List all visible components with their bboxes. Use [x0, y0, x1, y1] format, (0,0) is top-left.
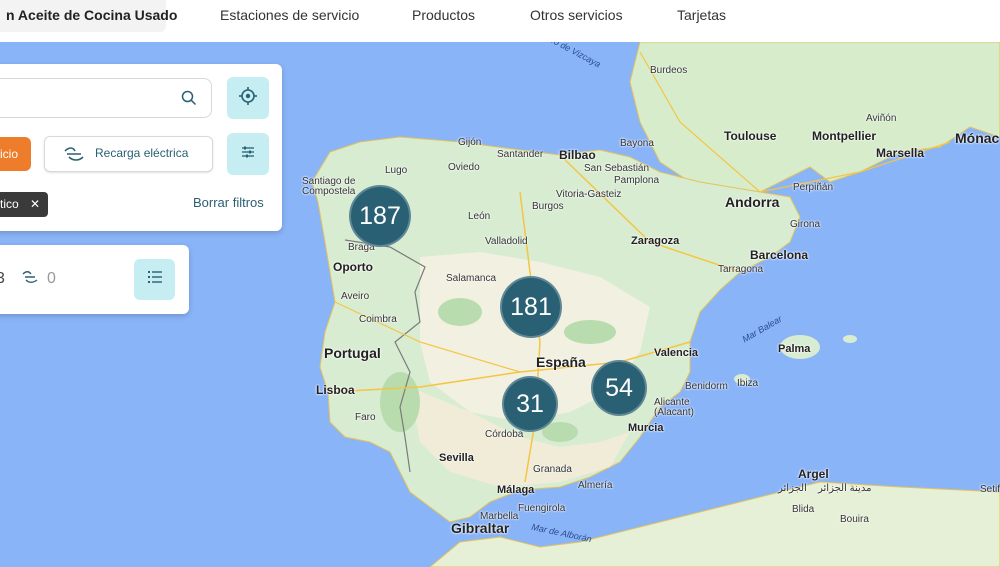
city-label: Lisboa [316, 383, 355, 397]
city-label: Faro [355, 412, 376, 423]
list-view-button[interactable] [134, 259, 175, 300]
city-label: Aveiro [341, 291, 370, 302]
city-label: Zaragoza [631, 235, 680, 247]
city-label: Sevilla [439, 452, 474, 464]
city-label: Mónac [955, 130, 1000, 146]
city-label: Portugal [324, 345, 381, 361]
city-label: España [536, 354, 586, 370]
city-label: Aviñón [866, 113, 897, 124]
clear-filters-link[interactable]: Borrar filtros [193, 195, 264, 210]
city-label: Setif [980, 484, 1000, 495]
active-filter-chip[interactable]: tico ✕ [0, 192, 48, 217]
close-icon[interactable]: ✕ [30, 192, 40, 217]
city-label: Vitoria-Gasteiz [556, 189, 622, 200]
crosshair-icon [238, 86, 258, 111]
city-label: Alicante (Alacant) [654, 397, 695, 418]
city-label: الجزائر [778, 483, 807, 494]
city-label: Marsella [876, 146, 925, 160]
city-label: Córdoba [485, 429, 524, 440]
city-label: Pamplona [614, 175, 660, 186]
top-navigation: n Aceite de Cocina Usado Estaciones de s… [0, 0, 1000, 42]
city-label: Benidorm [685, 381, 728, 392]
city-label: Andorra [725, 194, 780, 210]
city-label: Fuengirola [518, 503, 566, 514]
ev-count: 0 [47, 270, 56, 287]
city-label: Murcia [628, 422, 664, 434]
search-input[interactable] [0, 79, 179, 117]
city-label: Burdeos [650, 65, 688, 76]
city-label: Montpellier [812, 129, 877, 143]
city-label: Valencia [654, 347, 699, 359]
service-filter-button[interactable]: icio [0, 137, 31, 171]
station-cluster-marker[interactable]: 181 [500, 276, 562, 338]
nav-tab-otros-servicios[interactable]: Otros servicios [530, 0, 623, 32]
city-label: Santander [497, 149, 544, 160]
nav-tab-aceite[interactable]: n Aceite de Cocina Usado [0, 0, 177, 32]
city-label: Girona [790, 219, 821, 230]
city-label: مدينة الجزائر [818, 483, 872, 494]
filter-chip-label: tico [0, 197, 19, 211]
city-label: Barcelona [750, 248, 809, 262]
search-icon[interactable] [181, 90, 197, 111]
city-label: Tarragona [718, 264, 764, 275]
station-cluster-marker[interactable]: 31 [502, 376, 558, 432]
sliders-icon [240, 145, 256, 164]
city-label: León [468, 211, 491, 222]
city-label: Oviedo [448, 162, 480, 173]
nav-tab-productos[interactable]: Productos [412, 0, 475, 32]
city-label: Argel [798, 467, 829, 481]
list-icon [147, 270, 163, 289]
locate-me-button[interactable] [227, 77, 269, 119]
city-label: Ibiza [737, 378, 759, 389]
ev-charging-label: Recarga eléctrica [95, 146, 189, 160]
city-label: Salamanca [446, 273, 497, 284]
city-label: Perpiñán [793, 182, 834, 193]
results-summary-panel: 3 0 [0, 245, 189, 314]
search-filter-panel: icio Recarga eléctrica tico ✕ Borrar fil… [0, 64, 282, 231]
city-label: Almería [578, 480, 613, 491]
city-label: Valladolid [485, 236, 528, 247]
city-label: Lugo [385, 165, 408, 176]
station-cluster-marker[interactable]: 187 [349, 185, 411, 247]
city-label: Blida [792, 504, 815, 515]
city-label: Bouira [840, 514, 869, 525]
city-label: San Sebastián [584, 163, 650, 174]
ev-charging-filter-button[interactable]: Recarga eléctrica [44, 136, 213, 172]
city-label: Málaga [497, 484, 535, 496]
city-label: Gibraltar [451, 520, 510, 536]
city-label: Oporto [333, 260, 373, 274]
nav-tab-estaciones[interactable]: Estaciones de servicio [220, 0, 359, 32]
city-label: Coimbra [359, 314, 397, 325]
station-cluster-marker[interactable]: 54 [591, 360, 647, 416]
city-label: Gijón [458, 137, 482, 148]
city-label: Toulouse [724, 129, 777, 143]
city-label: Palma [778, 343, 811, 355]
city-label: Burgos [532, 201, 564, 212]
filter-settings-button[interactable] [227, 133, 269, 175]
ev-charging-icon [22, 270, 38, 288]
city-label: Bayona [620, 138, 654, 149]
city-label: Granada [533, 464, 572, 475]
city-label: Bilbao [559, 148, 596, 162]
station-count: 3 [0, 270, 5, 287]
search-field[interactable] [0, 78, 212, 118]
nav-tab-tarjetas[interactable]: Tarjetas [677, 0, 726, 32]
ev-charging-icon [63, 147, 85, 166]
